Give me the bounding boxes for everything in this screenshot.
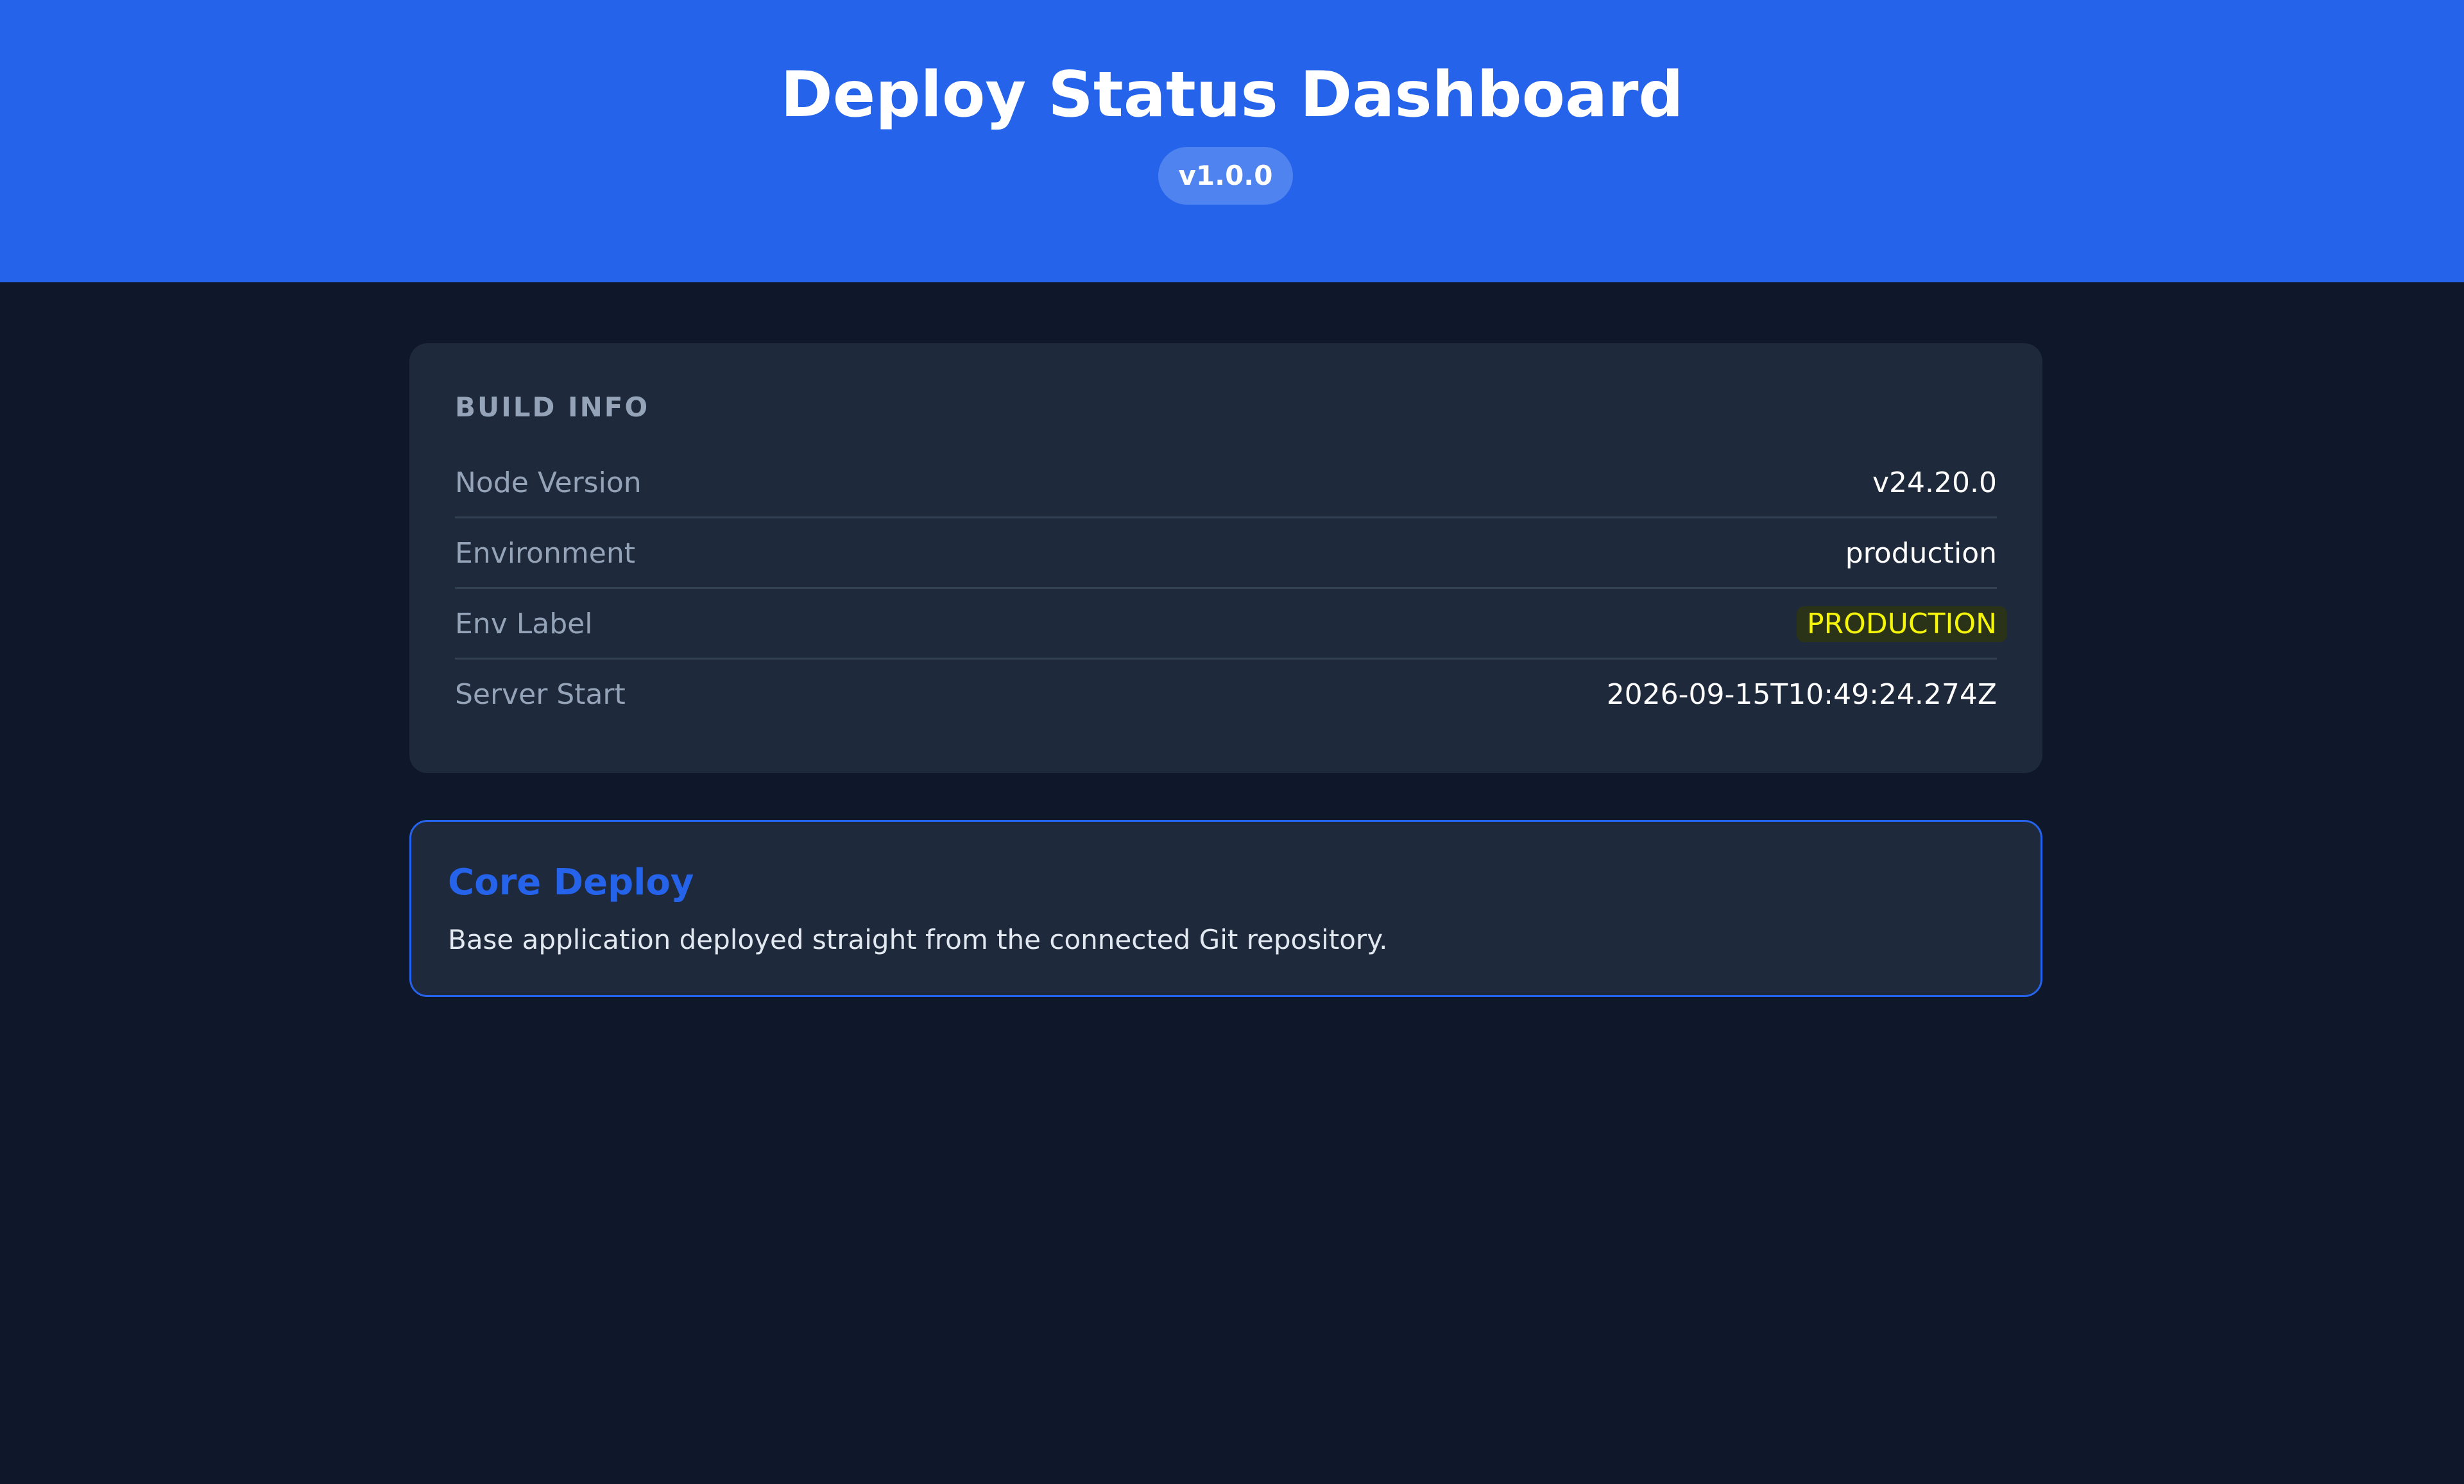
build-info-heading: BUILD INFO xyxy=(455,391,650,423)
page-title: Deploy Status Dashboard xyxy=(780,58,1684,132)
info-label: Node Version xyxy=(455,466,642,499)
info-row-env-label: Env Label PRODUCTION xyxy=(455,589,2007,660)
info-row-environment: Environment production xyxy=(455,518,1997,589)
info-value: production xyxy=(1845,537,1997,570)
core-deploy-description: Base application deployed straight from … xyxy=(448,924,1388,955)
info-row-server-start: Server Start 2026-09-15T10:49:24.274Z xyxy=(455,660,1997,730)
info-value: 2026-09-15T10:49:24.274Z xyxy=(1606,678,1997,711)
info-label: Env Label xyxy=(455,608,593,640)
info-label: Server Start xyxy=(455,678,626,711)
info-row-node-version: Node Version v24.20.0 xyxy=(455,448,1997,518)
page-header xyxy=(0,0,2464,282)
version-badge: v1.0.0 xyxy=(1158,147,1293,205)
core-deploy-title: Core Deploy xyxy=(448,862,694,903)
env-label-badge: PRODUCTION xyxy=(1797,606,2007,642)
info-value: v24.20.0 xyxy=(1872,466,1997,499)
info-label: Environment xyxy=(455,537,635,570)
core-deploy-card xyxy=(409,820,2042,997)
